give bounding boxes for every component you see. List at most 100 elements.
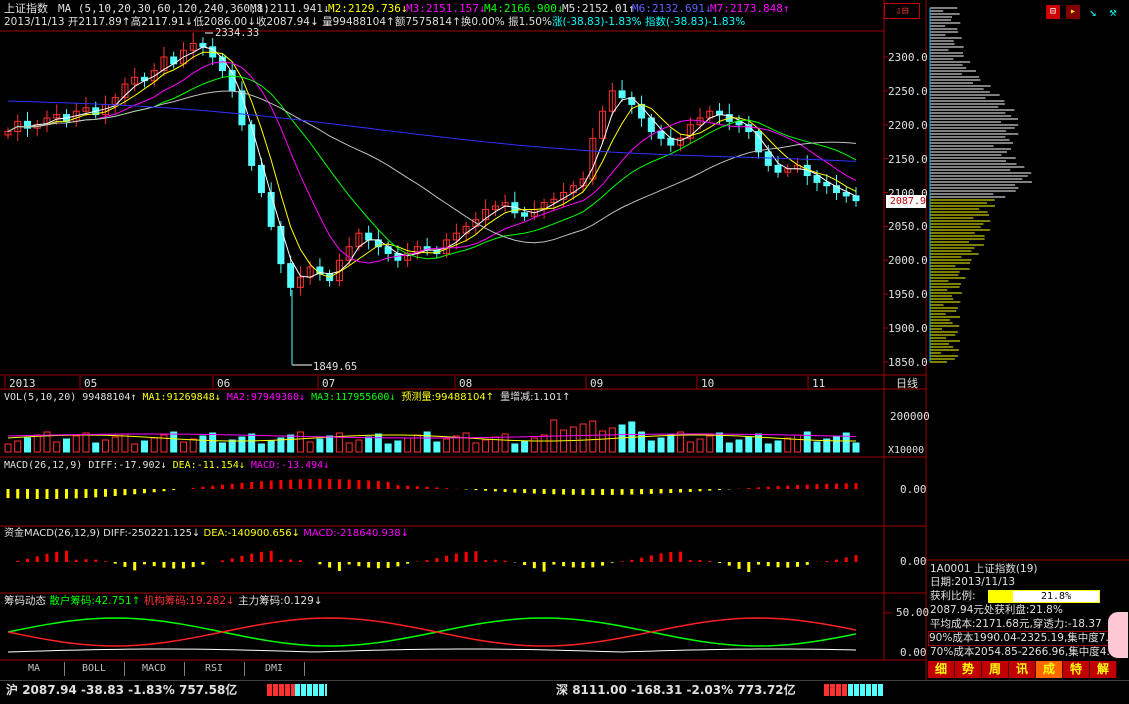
volume-bar <box>218 442 226 453</box>
status-sz: 深 8111.00 -168.31 -2.03% 773.72亿 <box>556 684 796 697</box>
price-tick: 2000.0 <box>888 254 928 268</box>
ma-m3: M3:2151.157↓ <box>406 2 486 15</box>
side-tab-news[interactable]: 讯 <box>1009 661 1036 678</box>
period-label[interactable]: 日线 <box>896 377 918 390</box>
volume-bar <box>228 439 236 453</box>
window-icon[interactable]: ⊟ <box>1046 5 1060 19</box>
quote-volume: 量99488104↑ <box>322 16 395 28</box>
volume-bar <box>404 437 412 453</box>
flag-icon[interactable]: ▸ <box>1066 5 1080 19</box>
volume-bar <box>394 440 402 453</box>
quote-amount: 额7575814↑ <box>394 16 461 28</box>
vol-ratio: 量增减:1.101↑ <box>500 392 571 403</box>
chip-axis-bottom: 0.00 <box>900 646 927 659</box>
volume-bar <box>647 440 655 453</box>
fund-macd-axis: 0.00 <box>900 555 927 568</box>
inst-chip-line <box>7 617 857 647</box>
sz-price: 8111.00 <box>572 683 627 697</box>
tab-dmi[interactable]: DMI <box>244 662 305 676</box>
price-tick: 1950.0 <box>888 288 928 302</box>
ma30-line <box>7 75 857 260</box>
macd-value: MACD:-13.494↓ <box>250 460 330 471</box>
volume-bar <box>374 433 382 453</box>
volume-bar <box>316 438 324 453</box>
side-tab-detail[interactable]: 细 <box>928 661 955 678</box>
volume-bar <box>101 439 109 453</box>
status-sh: 沪 2087.94 -38.83 -1.83% 757.58亿 <box>6 684 237 697</box>
candle-body <box>277 225 285 265</box>
side-date: 日期:2013/11/13 <box>930 576 1016 588</box>
ma-m4: M4:2166.900↓ <box>484 2 564 15</box>
volume-bar <box>296 431 304 453</box>
side-tab-trend[interactable]: 势 <box>955 661 982 678</box>
time-tick: 07 <box>322 377 336 390</box>
time-tick: 05 <box>84 377 98 390</box>
candle-body <box>852 195 860 202</box>
tab-boll[interactable]: BOLL <box>64 662 125 676</box>
fund-macd-title: 资金MACD(26,12,9) <box>4 528 100 539</box>
fund-macd-dea: DEA:-140900.656↓ <box>203 528 300 539</box>
side-tab-feature[interactable]: 特 <box>1063 661 1090 678</box>
side-tab-week[interactable]: 周 <box>982 661 1009 678</box>
side-profit-label: 获利比例: <box>930 590 976 602</box>
tab-ma[interactable]: MA <box>4 662 65 676</box>
sh-amount: 757.58亿 <box>178 683 238 697</box>
volume-bar <box>365 436 373 453</box>
ma20-line <box>7 61 857 264</box>
fund-macd-diff: DIFF:-250221.125↓ <box>103 528 201 539</box>
volume-bar <box>33 434 41 453</box>
volume-bar <box>238 436 246 453</box>
restore-icon[interactable]: ⇩⊟ <box>884 3 920 19</box>
tab-rsi[interactable]: RSI <box>184 662 245 676</box>
tab-macd[interactable]: MACD <box>124 662 185 676</box>
vol-axis-top: 200000 <box>890 410 930 423</box>
time-tick: 2013 <box>9 377 36 390</box>
arrow-icon[interactable]: ↘ <box>1086 5 1100 19</box>
volume-bar <box>92 442 100 453</box>
sz-pct: -2.03% <box>686 683 734 697</box>
volume-bar <box>326 435 334 453</box>
quote-amplitude: 振1.50% <box>508 16 552 28</box>
vol-forecast: 预测量:99488104↑ <box>401 392 495 403</box>
volume-bar <box>852 442 860 453</box>
sz-label: 深 <box>556 683 569 697</box>
vol-axis-unit: X10000 <box>888 445 925 456</box>
profit-value: 21.8% <box>1041 591 1072 602</box>
quote-close: 收2087.94↓ <box>256 16 319 28</box>
volume-bar <box>62 438 70 453</box>
side-line4: 70%成本2054.85-2266.96,集中度4.9 <box>930 646 1117 658</box>
mascot-icon[interactable] <box>1108 612 1128 658</box>
macd-dea: DEA:-11.154↓ <box>172 460 245 471</box>
candle-body <box>667 137 675 146</box>
sz-breadth-bar <box>824 684 884 696</box>
candle-body <box>248 124 256 166</box>
chip-retail: 散户筹码:42.751↑ <box>49 595 141 607</box>
candle-body <box>716 110 724 116</box>
index-name: 上证指数 <box>4 2 48 15</box>
side-tab-cost[interactable]: 成 <box>1036 661 1063 678</box>
volume-bar <box>521 440 529 453</box>
volume-bar <box>589 420 597 453</box>
side-code: 1A0001 上证指数(19) <box>930 563 1038 575</box>
side-tab-explain[interactable]: 解 <box>1090 661 1117 678</box>
quote-high: 高2117.91↓ <box>130 16 194 28</box>
candle-body <box>618 90 626 99</box>
volume-bar <box>355 439 363 453</box>
candle-body <box>764 151 772 166</box>
tool-icon[interactable]: ⚒ <box>1106 5 1120 19</box>
quote-turnover: 换0.00% <box>460 16 505 28</box>
volume-bar <box>735 439 743 453</box>
ma-m7: M7:2173.848↑ <box>710 2 790 15</box>
quote-open: 开2117.89↑ <box>67 16 131 28</box>
volume-bar <box>199 435 207 453</box>
volume-bar <box>82 432 90 453</box>
volume-bar <box>452 435 460 453</box>
fund-macd-header: 资金MACD(26,12,9) DIFF:-250221.125↓ DEA:-1… <box>4 527 409 540</box>
volume-bar <box>121 433 129 453</box>
volume-bar <box>745 436 753 453</box>
price-tick: 1900.0 <box>888 322 928 335</box>
price-tick: 2300.0 <box>888 51 928 64</box>
volume-bar <box>140 440 148 453</box>
volume-bar <box>384 443 392 453</box>
profit-bar-fill <box>989 591 1013 602</box>
